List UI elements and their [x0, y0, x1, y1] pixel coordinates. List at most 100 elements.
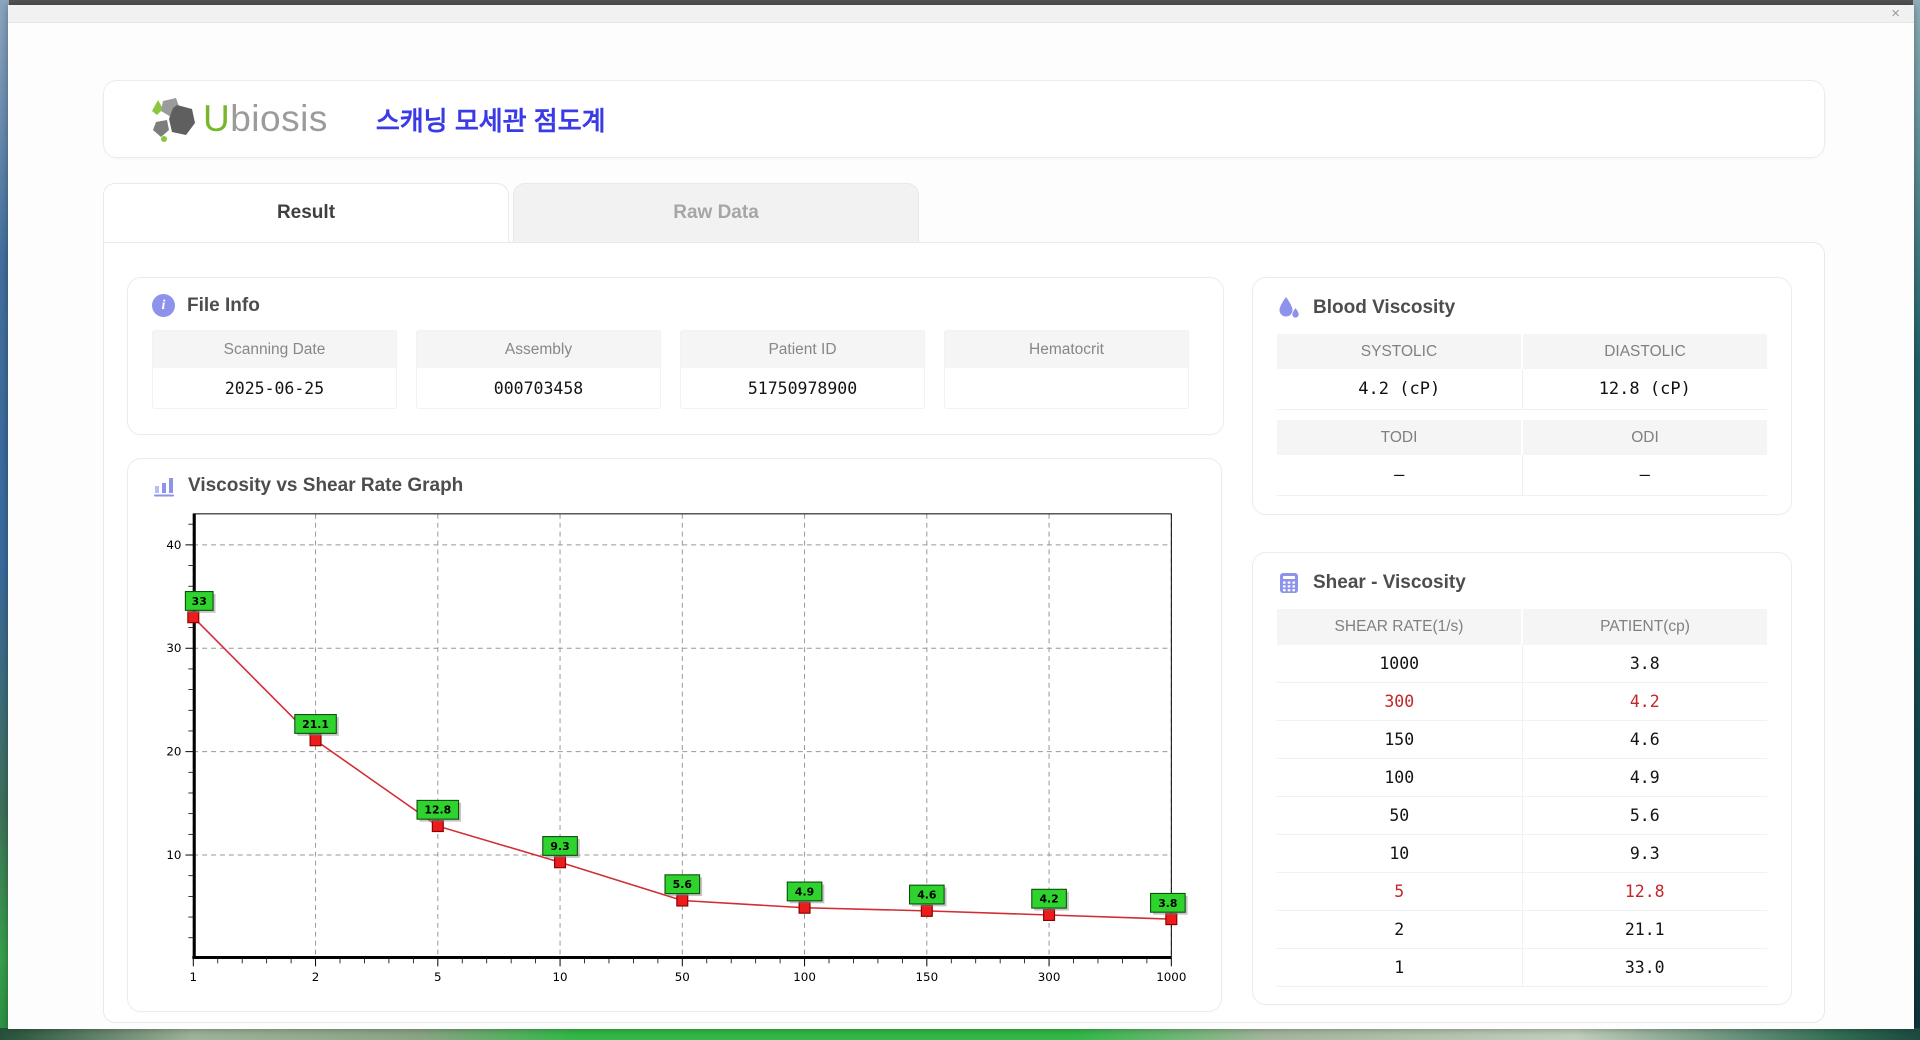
- graph-card: Viscosity vs Shear Rate Graph 10 20 30 40 1 2…: [127, 458, 1222, 1012]
- shear-rate-cell: 10: [1277, 835, 1523, 872]
- column-header: TODI: [1277, 420, 1523, 455]
- table-row: 50 5.6: [1277, 797, 1767, 835]
- tab-result[interactable]: Result: [103, 183, 509, 242]
- shear-rate-cell: 100: [1277, 759, 1523, 796]
- svg-text:9.3: 9.3: [550, 840, 569, 853]
- close-icon[interactable]: ×: [1891, 6, 1900, 21]
- column-header: DIASTOLIC: [1523, 334, 1767, 369]
- droplets-icon: [1279, 297, 1299, 318]
- section-title: Shear - Viscosity: [1313, 572, 1466, 593]
- file-info-card: i File Info Scanning Date 2025-06-25 Ass…: [127, 277, 1224, 435]
- tab-raw-data[interactable]: Raw Data: [513, 183, 919, 242]
- svg-text:10: 10: [166, 848, 181, 862]
- table-row: 4.2 (cP) 12.8 (cP): [1277, 369, 1767, 410]
- svg-text:40: 40: [166, 538, 181, 552]
- svg-text:150: 150: [916, 970, 939, 984]
- patient-cell: 4.9: [1629, 768, 1660, 787]
- logo-mark-icon: [152, 98, 195, 142]
- diastolic-value: 12.8 (cP): [1522, 369, 1767, 410]
- column-header: PATIENT(cp): [1600, 618, 1690, 635]
- patient-cell: 21.1: [1624, 920, 1665, 939]
- table-row: 100 4.9: [1277, 759, 1767, 797]
- patient-cell: 4.2: [1629, 692, 1660, 711]
- window-content: Ubiosis 스캐닝 모세관 점도계 Result Raw Data i Fi…: [8, 80, 1914, 1040]
- svg-text:100: 100: [793, 970, 816, 984]
- shear-rate-cell: 5: [1277, 873, 1523, 910]
- chart-axes: 10 20 30 40 1 2 5 10 50 100 150 300 1000: [166, 513, 1186, 984]
- field-label: Patient ID: [681, 331, 924, 368]
- field-label: Hematocrit: [945, 331, 1188, 368]
- table-header-row: TODI ODI: [1277, 420, 1767, 455]
- chart-point-labels: 33 21.1 12.8 9.3 5.6 4.9 4.6 4.2 3.8: [184, 591, 1188, 915]
- column-header: SHEAR RATE(1/s): [1277, 609, 1523, 645]
- shear-rate-cell: 2: [1277, 911, 1523, 948]
- shear-table-body: 1000 3.8 300 4.2 150 4.6 100 4.9 50 5.6 10 9.3 5 12.8…: [1277, 645, 1767, 987]
- bar-chart-icon: [154, 478, 174, 497]
- svg-text:3.8: 3.8: [1158, 897, 1177, 910]
- svg-text:50: 50: [675, 970, 690, 984]
- blood-viscosity-title-row: Blood Viscosity: [1277, 296, 1767, 320]
- wallpaper-right-edge: [1913, 0, 1920, 1040]
- table-header-row: SYSTOLIC DIASTOLIC: [1277, 334, 1767, 369]
- shear-viscosity-title-row: Shear - Viscosity: [1277, 571, 1767, 595]
- app-window: × Ubiosis 스캐닝 모세관 점도계 Result Raw Data i …: [8, 5, 1914, 1029]
- table-row: 300 4.2: [1277, 683, 1767, 721]
- svg-text:10: 10: [553, 970, 568, 984]
- column-header: ODI: [1523, 420, 1767, 455]
- table-row: 150 4.6: [1277, 721, 1767, 759]
- header-card: Ubiosis 스캐닝 모세관 점도계: [103, 80, 1825, 158]
- shear-viscosity-table: SHEAR RATE(1/s) PATIENT(cp) 1000 3.8 300 4.…: [1277, 609, 1767, 987]
- ubiosis-logo: Ubiosis: [149, 96, 328, 142]
- shear-rate-cell: 1000: [1277, 645, 1523, 682]
- field-value: [945, 368, 1188, 408]
- patient-cell: 12.8: [1624, 882, 1665, 901]
- file-info-title-row: i File Info: [152, 294, 1223, 317]
- svg-text:21.1: 21.1: [302, 718, 329, 731]
- patient-cell: 9.3: [1629, 844, 1660, 863]
- svg-text:4.2: 4.2: [1039, 893, 1058, 906]
- patient-cell: 33.0: [1624, 958, 1665, 977]
- field-scanning-date: Scanning Date 2025-06-25: [152, 330, 397, 409]
- systolic-value: 4.2 (cP): [1277, 369, 1523, 410]
- file-info-fields: Scanning Date 2025-06-25 Assembly 000703…: [152, 330, 1223, 409]
- table-row: 2 21.1: [1277, 911, 1767, 949]
- calculator-icon: [1280, 573, 1298, 593]
- svg-text:1000: 1000: [1156, 970, 1186, 984]
- right-column: Blood Viscosity SYSTOLIC DIASTOLIC 4.2 (…: [1252, 277, 1792, 1022]
- table-row: 5 12.8: [1277, 873, 1767, 911]
- table-header-row: SHEAR RATE(1/s) PATIENT(cp): [1277, 609, 1767, 645]
- patient-cell: 4.6: [1629, 730, 1660, 749]
- field-value: 000703458: [417, 368, 660, 408]
- field-patient-id: Patient ID 51750978900: [680, 330, 925, 409]
- tab-bar: Result Raw Data: [103, 183, 1914, 242]
- todi-value: –: [1277, 455, 1523, 496]
- field-value: 51750978900: [681, 368, 924, 408]
- field-label: Scanning Date: [153, 331, 396, 368]
- section-title: Viscosity vs Shear Rate Graph: [188, 475, 464, 496]
- svg-text:30: 30: [166, 641, 181, 655]
- shear-rate-cell: 150: [1277, 721, 1523, 758]
- section-title: Blood Viscosity: [1313, 297, 1456, 318]
- table-row: 10 9.3: [1277, 835, 1767, 873]
- blood-viscosity-card: Blood Viscosity SYSTOLIC DIASTOLIC 4.2 (…: [1252, 277, 1792, 515]
- svg-text:12.8: 12.8: [424, 804, 451, 817]
- column-header: SYSTOLIC: [1277, 334, 1523, 369]
- patient-cell: 3.8: [1629, 654, 1660, 673]
- table-row: – –: [1277, 455, 1767, 496]
- left-column: i File Info Scanning Date 2025-06-25 Ass…: [127, 277, 1224, 1022]
- svg-text:5: 5: [434, 970, 442, 984]
- info-icon: i: [152, 294, 175, 317]
- svg-text:20: 20: [166, 745, 181, 759]
- svg-text:5.6: 5.6: [673, 878, 692, 891]
- field-value: 2025-06-25: [153, 368, 396, 408]
- table-row: 1000 3.8: [1277, 645, 1767, 683]
- svg-text:4.6: 4.6: [917, 889, 936, 902]
- window-titlebar: ×: [8, 5, 1914, 23]
- svg-text:1: 1: [190, 970, 198, 984]
- svg-text:300: 300: [1038, 970, 1061, 984]
- divider: [1277, 410, 1767, 420]
- shear-rate-cell: 50: [1277, 797, 1523, 834]
- logo-text: Ubiosis: [203, 98, 328, 139]
- blood-viscosity-table: SYSTOLIC DIASTOLIC 4.2 (cP) 12.8 (cP) TO…: [1277, 334, 1767, 496]
- desktop-background: × Ubiosis 스캐닝 모세관 점도계 Result Raw Data i …: [0, 0, 1920, 1040]
